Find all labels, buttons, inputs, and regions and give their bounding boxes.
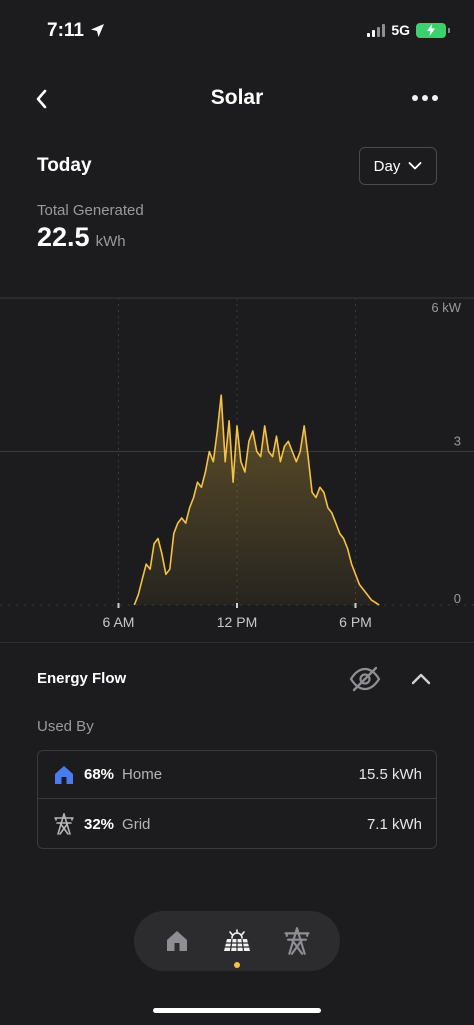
transmission-tower-icon: [54, 813, 74, 835]
usage-row-grid[interactable]: 32% Grid 7.1 kWh: [38, 800, 436, 848]
period-title: Today: [37, 155, 92, 176]
active-nav-indicator: [234, 962, 240, 968]
location-arrow-icon: [91, 24, 104, 37]
chart-x-tick-label: 6 PM: [339, 614, 372, 630]
usage-list: 68% Home 15.5 kWh 32% Grid 7.1 kWh: [37, 750, 437, 849]
usage-name: Grid: [122, 815, 151, 833]
usage-row-home[interactable]: 68% Home 15.5 kWh: [38, 751, 436, 799]
chart-y-tick-label: 3: [454, 434, 461, 449]
chart-x-tick-label: 12 PM: [217, 614, 257, 630]
house-icon: [55, 765, 73, 784]
nav-grid[interactable]: [283, 927, 311, 955]
nav-home[interactable]: [163, 927, 191, 955]
status-bar: 7:11 5G: [0, 0, 474, 64]
hide-values-button[interactable]: [348, 664, 382, 694]
usage-name: Home: [122, 766, 163, 783]
period-select-value: Day: [373, 157, 401, 175]
eye-slash-icon: [349, 666, 381, 692]
chevron-up-icon: [411, 673, 431, 685]
period-select[interactable]: Day: [359, 147, 437, 185]
chevron-down-icon: [408, 162, 422, 170]
used-by-label: Used By: [37, 718, 94, 735]
battery-charging-icon: [416, 22, 450, 38]
chart-x-tick-label: 6 AM: [103, 614, 135, 630]
cellular-signal-icon: [367, 23, 386, 37]
usage-percent: 68%: [84, 766, 115, 783]
chart-area: [134, 395, 380, 605]
divider: [0, 642, 474, 643]
status-time: 7:11: [47, 20, 84, 41]
house-icon: [167, 931, 187, 951]
usage-value: 15.5 kWh: [358, 766, 422, 783]
home-indicator: [153, 1008, 321, 1013]
total-generated-value: 22.5: [37, 222, 90, 252]
nav-solar[interactable]: [223, 927, 251, 955]
network-type: 5G: [391, 22, 410, 38]
total-generated-unit: kWh: [95, 233, 126, 250]
solar-generation-chart[interactable]: 6 kW 3 0 6 AM 12 PM 6 PM: [0, 290, 474, 640]
chart-y-tick-label: 6 kW: [431, 300, 461, 315]
more-options-button[interactable]: [410, 90, 440, 106]
collapse-button[interactable]: [408, 666, 434, 692]
usage-value: 7.1 kWh: [366, 815, 422, 833]
total-generated: 22.5 kWh: [37, 222, 126, 253]
usage-percent: 32%: [84, 815, 115, 833]
total-generated-label: Total Generated: [37, 202, 144, 219]
page-title: Solar: [210, 86, 264, 109]
solar-panel-icon: [224, 929, 250, 952]
header: Solar: [0, 78, 474, 122]
more-dots-icon: [412, 95, 418, 101]
chart-y-tick-label: 0: [454, 591, 461, 606]
energy-flow-title: Energy Flow: [37, 670, 127, 687]
transmission-tower-icon: [284, 927, 310, 955]
